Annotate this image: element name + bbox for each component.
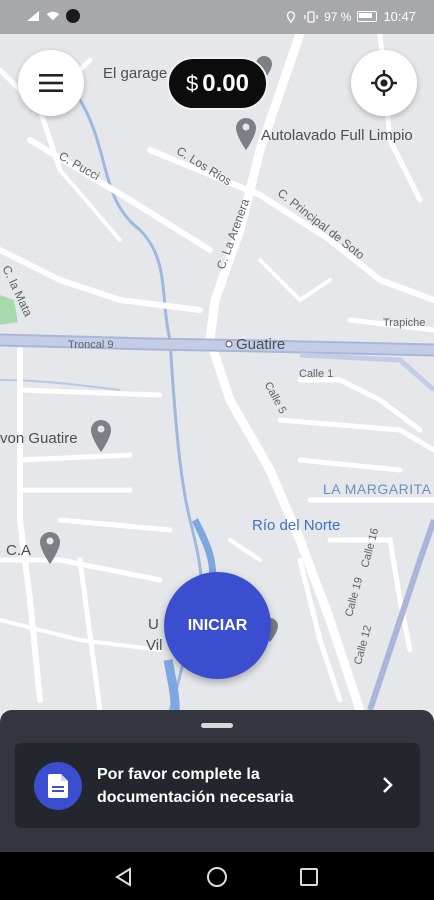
signal-icon bbox=[27, 11, 39, 21]
map-label-el-garage: El garage bbox=[103, 65, 168, 82]
document-icon-badge bbox=[34, 762, 82, 810]
map-label-rio-del-norte: Río del Norte bbox=[252, 517, 341, 534]
map-label-calle-1: Calle 1 bbox=[299, 368, 334, 380]
triangle-back-icon bbox=[115, 867, 131, 887]
document-icon bbox=[48, 774, 68, 798]
start-button[interactable]: INICIAR bbox=[164, 572, 271, 679]
documentation-message: Por favor complete la documentación nece… bbox=[97, 766, 294, 806]
balance-pill[interactable]: $ 0.00 bbox=[167, 57, 268, 110]
nav-recents-button[interactable] bbox=[298, 866, 320, 888]
chevron-right-icon bbox=[383, 777, 393, 793]
balance-amount: 0.00 bbox=[202, 69, 249, 97]
map-label-u: U bbox=[148, 616, 159, 633]
sheet-drag-handle[interactable] bbox=[201, 723, 233, 728]
map-label-ca: C.A bbox=[6, 542, 32, 559]
hamburger-icon bbox=[39, 74, 63, 92]
map-label-trapiche: Trapiche bbox=[383, 317, 426, 329]
circle-home-icon bbox=[207, 867, 227, 887]
square-recents-icon bbox=[300, 868, 318, 886]
battery-percent: 97 % bbox=[324, 9, 352, 24]
my-location-button[interactable] bbox=[351, 50, 417, 116]
map-label-avon-guatire: von Guatire bbox=[0, 430, 78, 447]
wifi-icon bbox=[46, 11, 60, 21]
clock: 10:47 bbox=[383, 9, 416, 24]
location-status-icon bbox=[287, 10, 296, 23]
status-bar: 97 % 10:47 bbox=[0, 0, 434, 34]
nav-home-button[interactable] bbox=[206, 866, 228, 888]
nav-back-button[interactable] bbox=[113, 866, 135, 888]
system-nav-bar bbox=[0, 852, 434, 900]
menu-button[interactable] bbox=[18, 50, 84, 116]
map-label-autolavado: Autolavado Full Limpio bbox=[261, 127, 413, 144]
currency-symbol: $ bbox=[186, 70, 199, 96]
vibrate-icon bbox=[304, 10, 318, 23]
documentation-card[interactable]: Por favor complete la documentación nece… bbox=[15, 743, 420, 828]
map-label-guatire: Guatire bbox=[236, 336, 286, 353]
battery-icon bbox=[357, 11, 378, 22]
map-label-vil: Vil bbox=[146, 637, 163, 654]
map-label-la-margarita: LA MARGARITA bbox=[323, 481, 432, 497]
app-notification-icon bbox=[66, 9, 80, 23]
bottom-sheet: Por favor complete la documentación nece… bbox=[0, 710, 434, 852]
map-label-troncal-9: Troncal 9 bbox=[68, 339, 114, 351]
crosshair-icon bbox=[371, 70, 397, 96]
